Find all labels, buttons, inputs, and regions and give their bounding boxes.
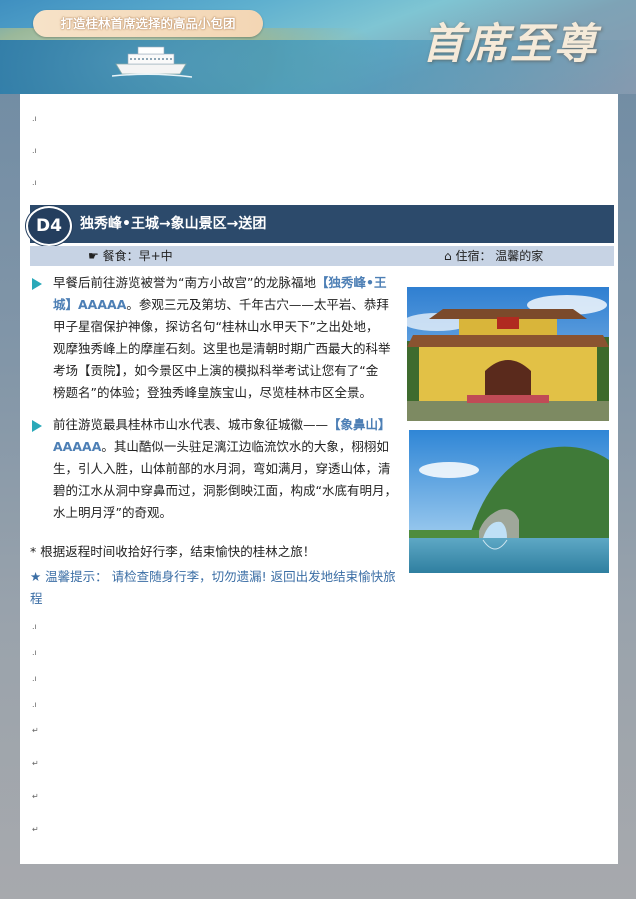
hand-pointer-icon: ☛: [88, 249, 99, 263]
return-note: * 根据返程时间收拾好行李，结束愉快的桂林之旅！: [30, 544, 316, 559]
text-line: 甲子星宿保护神像，探访名句“桂林山水甲天下”之出处地，: [53, 319, 379, 334]
paragraph-mark: .ı: [32, 178, 37, 187]
paragraph-mark: .ı: [32, 674, 37, 683]
text-line: AAAAA。其山酷似一头驻足漓江边临流饮水的大象，栩栩如: [53, 439, 389, 454]
itinerary-paragraph: 早餐后前往游览被誉为“南方小故宫”的龙脉福地【独秀峰•王 城】AAAAA。参观三…: [53, 272, 408, 404]
paragraph-mark: .ı: [32, 146, 37, 155]
photo-elephant-trunk-hill: [409, 430, 609, 573]
itinerary-paragraph: 前往游览最具桂林市山水代表、城市象征城徽——【象鼻山】 AAAAA。其山酷似一头…: [53, 414, 408, 524]
text-line: 生，引人入胜，山体前部的水月洞，弯如满月，穿透山体，清: [53, 461, 391, 476]
cruise-boat-icon: [112, 46, 192, 78]
slogan-pill: 打造桂林首席选择的高品小包团: [33, 10, 263, 37]
bullet-arrow-icon: [32, 278, 42, 290]
paragraph-mark: ↵: [32, 759, 39, 768]
meal-info: ☛ 餐食：早+中: [88, 246, 173, 266]
brand-logo: 首席至尊: [422, 19, 599, 68]
paragraph-mark: .ı: [32, 622, 37, 631]
text-line: 碧的江水从洞中穿鼻而过，洞影倒映江面，构成“水底有明月，: [53, 483, 397, 498]
paragraph-mark: .ı: [32, 700, 37, 709]
day-title: 独秀峰•王城→象山景区→送团: [80, 216, 267, 232]
paragraph-mark: ↵: [32, 825, 39, 834]
paragraph-mark: .ı: [32, 114, 37, 123]
text-line: 观摩独秀峰上的摩崖石刻。这里也是清朝时期广西最大的科举: [53, 341, 391, 356]
paragraph-mark: ↵: [32, 726, 39, 735]
text-line: 水上明月浮”的奇观。: [53, 505, 172, 520]
paragraph-mark: ↵: [32, 792, 39, 801]
text-line: 前往游览最具桂林市山水代表、城市象征城徽——【象鼻山】: [53, 417, 391, 432]
bullet-arrow-icon: [32, 420, 42, 432]
stay-label: 住宿： 温馨的家: [455, 249, 544, 263]
photo-wangcheng-gate: [407, 287, 609, 421]
text-line: 考场【贡院】，如今景区中上演的模拟科举考试让您有了“金: [53, 363, 379, 378]
document-page: .ı .ı .ı D4 独秀峰•王城→象山景区→送团 ☛ 餐食：早+中 ⌂ 住宿…: [20, 94, 618, 864]
house-icon: ⌂: [444, 249, 452, 263]
stay-info: ⌂ 住宿： 温馨的家: [444, 246, 543, 266]
paragraph-mark: .ı: [32, 648, 37, 657]
text-line: 早餐后前往游览被誉为“南方小故宫”的龙脉福地【独秀峰•王: [53, 275, 387, 290]
day-badge: D4: [26, 206, 72, 246]
warm-tip: ★ 温馨提示： 请检查随身行李，切勿遗漏! 返回出发地结束愉快旅程: [30, 569, 396, 606]
meal-label: 餐食：早+中: [102, 249, 173, 263]
info-bar: ☛ 餐食：早+中 ⌂ 住宿： 温馨的家: [30, 246, 614, 266]
text-line: 榜题名”的体验；登独秀峰皇族宝山，尽览桂林市区全景。: [53, 385, 372, 400]
text-line: 城】AAAAA。参观三元及第坊、千年古穴——太平岩、恭拜: [53, 297, 389, 312]
